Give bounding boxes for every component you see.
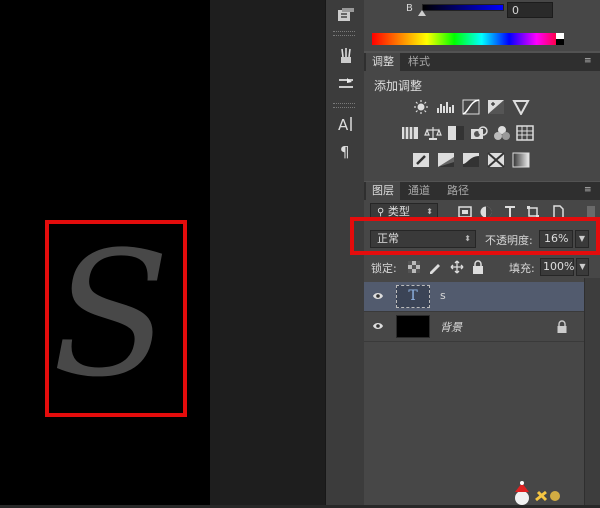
color-lookup-icon[interactable] xyxy=(516,125,534,141)
background-layer-thumbnail xyxy=(396,315,430,338)
layer-row-background[interactable]: 背景 xyxy=(364,312,584,342)
brightness-contrast-icon[interactable] xyxy=(412,99,430,115)
lock-label: 锁定: xyxy=(371,262,397,275)
visibility-eye-icon[interactable] xyxy=(372,291,384,301)
exposure-icon[interactable] xyxy=(487,99,505,115)
channel-mixer-icon[interactable] xyxy=(493,125,511,141)
selective-color-icon[interactable] xyxy=(487,152,505,168)
posterize-icon[interactable] xyxy=(437,152,455,168)
fill-dropdown-arrow[interactable]: ▼ xyxy=(576,258,589,276)
lock-all-icon[interactable] xyxy=(472,260,486,274)
color-balance-icon[interactable] xyxy=(424,125,442,141)
gradient-map-icon[interactable] xyxy=(512,152,530,168)
b-slider-knob[interactable] xyxy=(418,10,426,16)
fill-label: 填充: xyxy=(509,262,535,275)
dock-grip[interactable] xyxy=(333,103,355,108)
layer-name[interactable]: 背景 xyxy=(440,319,462,335)
photo-filter-icon[interactable] xyxy=(470,125,488,141)
black-white-swatch[interactable] xyxy=(556,33,564,45)
highlight-box-opacity xyxy=(350,217,600,255)
layer-name[interactable]: s xyxy=(440,289,446,302)
dock-grip[interactable] xyxy=(333,31,355,36)
color-panel: B 0 xyxy=(364,0,600,51)
tab-paths[interactable]: 路径 xyxy=(441,182,475,200)
hue-saturation-icon[interactable] xyxy=(401,125,419,141)
panel-menu-icon[interactable]: ≡ xyxy=(584,57,596,66)
brush-settings-icon[interactable] xyxy=(334,72,358,94)
visibility-eye-icon[interactable] xyxy=(372,321,384,331)
b-channel-label: B xyxy=(406,3,413,14)
text-layer-thumbnail: T xyxy=(396,285,430,308)
tab-layers[interactable]: 图层 xyxy=(366,182,400,200)
curves-icon[interactable] xyxy=(462,99,480,115)
tab-channels[interactable]: 通道 xyxy=(402,182,436,200)
fill-input[interactable]: 100% xyxy=(540,258,574,276)
vibrance-icon[interactable] xyxy=(512,99,530,115)
threshold-icon[interactable] xyxy=(462,152,480,168)
lock-transparent-pixels-icon[interactable] xyxy=(408,261,422,275)
history-3d-icon[interactable] xyxy=(334,4,358,26)
document-canvas[interactable]: S xyxy=(0,0,210,505)
svg-text:A: A xyxy=(338,116,349,133)
svg-text:¶: ¶ xyxy=(340,143,350,160)
paragraph-panel-icon[interactable]: ¶ xyxy=(334,139,358,161)
character-panel-icon[interactable]: A xyxy=(334,112,358,134)
layers-tabbar: 图层 通道 路径 ≡ xyxy=(364,182,600,200)
adjustments-tabbar: 调整 样式 ≡ xyxy=(364,53,600,71)
black-white-icon[interactable] xyxy=(447,125,465,141)
tab-styles[interactable]: 样式 xyxy=(402,53,436,71)
tab-adjustments[interactable]: 调整 xyxy=(366,53,400,71)
color-spectrum-ramp[interactable] xyxy=(372,33,564,45)
levels-icon[interactable] xyxy=(437,99,455,115)
highlight-box-canvas xyxy=(45,220,187,417)
b-channel-slider[interactable] xyxy=(422,4,504,11)
panel-menu-icon[interactable]: ≡ xyxy=(584,186,596,195)
invert-icon[interactable] xyxy=(412,152,430,168)
b-channel-input[interactable]: 0 xyxy=(507,2,553,18)
pasteboard xyxy=(210,0,325,505)
lock-position-icon[interactable] xyxy=(450,260,464,274)
lock-icon[interactable] xyxy=(556,320,568,333)
watermark-decoration-icon xyxy=(500,478,570,505)
lock-image-pixels-icon[interactable] xyxy=(428,260,442,274)
brush-presets-icon[interactable] xyxy=(334,44,358,66)
add-adjustment-heading: 添加调整 xyxy=(374,79,423,93)
layers-scrollbar[interactable] xyxy=(584,278,600,505)
layer-row-s[interactable]: T s xyxy=(364,282,584,312)
